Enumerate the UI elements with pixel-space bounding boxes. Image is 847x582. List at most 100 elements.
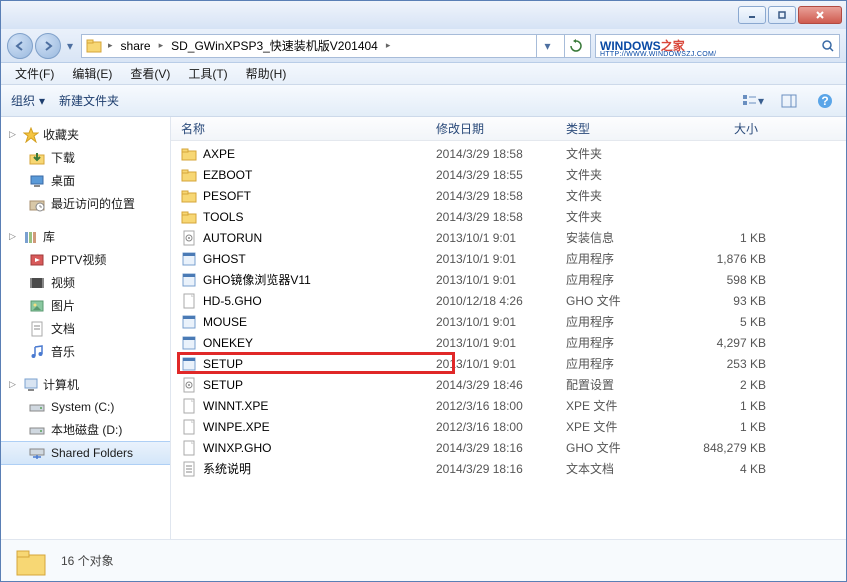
sidebar-item[interactable]: 文档 — [1, 317, 170, 340]
menu-help[interactable]: 帮助(H) — [238, 63, 295, 84]
column-header-type[interactable]: 类型 — [566, 120, 681, 137]
file-name: SETUP — [203, 357, 243, 371]
sidebar-item[interactable]: 桌面 — [1, 169, 170, 192]
address-bar[interactable]: ▸ share ▸ SD_GWinXPSP3_快速装机版V201404 ▸ ▾ — [81, 34, 591, 58]
documents-icon — [29, 321, 45, 337]
file-date: 2013/10/1 9:01 — [436, 315, 566, 329]
chevron-right-icon: ▸ — [108, 40, 113, 51]
sidebar-item[interactable]: PPTV视频 — [1, 248, 170, 271]
sidebar-group-label: 收藏夹 — [43, 126, 79, 143]
column-header-date[interactable]: 修改日期 — [436, 120, 566, 137]
file-date: 2014/3/29 18:58 — [436, 210, 566, 224]
sidebar-item[interactable]: 下载 — [1, 146, 170, 169]
file-row[interactable]: MOUSE 2013/10/1 9:01 应用程序 5 KB — [171, 311, 846, 332]
sidebar-item[interactable]: Shared Folders — [1, 441, 170, 465]
file-row[interactable]: GHOST 2013/10/1 9:01 应用程序 1,876 KB — [171, 248, 846, 269]
sidebar-item-label: 文档 — [51, 320, 75, 337]
file-date: 2013/10/1 9:01 — [436, 273, 566, 287]
file-row[interactable]: WINPE.XPE 2012/3/16 18:00 XPE 文件 1 KB — [171, 416, 846, 437]
breadcrumb-item[interactable]: share — [119, 39, 153, 53]
file-type: 文件夹 — [566, 145, 681, 162]
close-button[interactable] — [798, 6, 842, 24]
file-name: HD-5.GHO — [203, 294, 262, 308]
column-headers: 名称 修改日期 类型 大小 — [171, 117, 846, 141]
sidebar-group-header[interactable]: ▷ 库 — [1, 225, 170, 248]
file-type: 配置设置 — [566, 376, 681, 393]
file-size: 2 KB — [681, 378, 766, 392]
file-date: 2013/10/1 9:01 — [436, 252, 566, 266]
file-row[interactable]: WINNT.XPE 2012/3/16 18:00 XPE 文件 1 KB — [171, 395, 846, 416]
file-type: GHO 文件 — [566, 439, 681, 456]
sidebar-item[interactable]: 音乐 — [1, 340, 170, 363]
file-list[interactable]: AXPE 2014/3/29 18:58 文件夹 EZBOOT 2014/3/2… — [171, 141, 846, 539]
status-text: 16 个对象 — [61, 552, 114, 569]
sidebar-item-label: 音乐 — [51, 343, 75, 360]
file-row[interactable]: SETUP 2014/3/29 18:46 配置设置 2 KB — [171, 374, 846, 395]
new-folder-button[interactable]: 新建文件夹 — [59, 92, 119, 109]
sidebar-item-label: PPTV视频 — [51, 251, 106, 268]
sidebar-item-label: Shared Folders — [51, 446, 133, 460]
sidebar-item[interactable]: 视频 — [1, 271, 170, 294]
file-type: XPE 文件 — [566, 418, 681, 435]
sidebar-group-header[interactable]: ▷ 收藏夹 — [1, 123, 170, 146]
menu-tools[interactable]: 工具(T) — [180, 63, 235, 84]
file-row[interactable]: HD-5.GHO 2010/12/18 4:26 GHO 文件 93 KB — [171, 290, 846, 311]
file-name: MOUSE — [203, 315, 247, 329]
organize-button[interactable]: 组织 ▾ — [11, 92, 45, 109]
sidebar-item[interactable]: 图片 — [1, 294, 170, 317]
column-header-name[interactable]: 名称 — [181, 120, 436, 137]
file-row[interactable]: TOOLS 2014/3/29 18:58 文件夹 — [171, 206, 846, 227]
menu-edit[interactable]: 编辑(E) — [64, 63, 120, 84]
chevron-right-icon: ▸ — [159, 40, 164, 51]
view-options-button[interactable]: ▾ — [742, 91, 764, 111]
svg-text:?: ? — [821, 94, 828, 108]
address-dropdown[interactable]: ▾ — [536, 34, 558, 58]
back-button[interactable] — [7, 33, 33, 59]
menu-view[interactable]: 查看(V) — [122, 63, 178, 84]
maximize-button[interactable] — [768, 6, 796, 24]
sidebar-item-label: 最近访问的位置 — [51, 195, 135, 212]
disclosure-triangle-icon: ▷ — [9, 379, 19, 390]
file-date: 2013/10/1 9:01 — [436, 231, 566, 245]
column-header-size[interactable]: 大小 — [681, 120, 766, 137]
file-row[interactable]: GHO镜像浏览器V11 2013/10/1 9:01 应用程序 598 KB — [171, 269, 846, 290]
navigation-pane: ▷ 收藏夹 下载 桌面 最近访问的位置 ▷ 库 PPTV视频 视频 图片 文档 … — [1, 117, 171, 539]
file-icon — [181, 293, 197, 309]
file-date: 2012/3/16 18:00 — [436, 399, 566, 413]
sidebar-item-label: 视频 — [51, 274, 75, 291]
sidebar-item[interactable]: System (C:) — [1, 396, 170, 418]
netdrive-icon — [29, 445, 45, 461]
sidebar-group-header[interactable]: ▷ 计算机 — [1, 373, 170, 396]
search-input[interactable]: WINDOWS之家 HTTP://WWW.WINDOWSZJ.COM/ 快速装机… — [595, 34, 840, 58]
file-row[interactable]: WINXP.GHO 2014/3/29 18:16 GHO 文件 848,279… — [171, 437, 846, 458]
preview-pane-button[interactable] — [778, 91, 800, 111]
star-icon — [23, 127, 39, 143]
file-size: 598 KB — [681, 273, 766, 287]
sidebar-item[interactable]: 最近访问的位置 — [1, 192, 170, 215]
sidebar-item[interactable]: 本地磁盘 (D:) — [1, 418, 170, 441]
file-row[interactable]: AUTORUN 2013/10/1 9:01 安装信息 1 KB — [171, 227, 846, 248]
file-size: 4,297 KB — [681, 336, 766, 350]
menu-file[interactable]: 文件(F) — [7, 63, 62, 84]
file-name: AUTORUN — [203, 231, 262, 245]
refresh-button[interactable] — [564, 34, 586, 58]
file-row[interactable]: ONEKEY 2013/10/1 9:01 应用程序 4,297 KB — [171, 332, 846, 353]
file-size: 4 KB — [681, 462, 766, 476]
sidebar-group-label: 计算机 — [43, 376, 79, 393]
exe-icon — [181, 251, 197, 267]
file-date: 2014/3/29 18:58 — [436, 147, 566, 161]
file-row[interactable]: PESOFT 2014/3/29 18:58 文件夹 — [171, 185, 846, 206]
forward-button[interactable] — [35, 33, 61, 59]
command-bar: 组织 ▾ 新建文件夹 ▾ ? — [1, 85, 846, 117]
minimize-button[interactable] — [738, 6, 766, 24]
nav-history-dropdown[interactable]: ▾ — [63, 36, 77, 56]
drive-icon — [29, 422, 45, 438]
file-row[interactable]: 系统说明 2014/3/29 18:16 文本文档 4 KB — [171, 458, 846, 479]
file-type: 安装信息 — [566, 229, 681, 246]
file-row[interactable]: EZBOOT 2014/3/29 18:55 文件夹 — [171, 164, 846, 185]
file-row[interactable]: SETUP 2013/10/1 9:01 应用程序 253 KB — [171, 353, 846, 374]
file-name: EZBOOT — [203, 168, 252, 182]
help-button[interactable]: ? — [814, 91, 836, 111]
file-row[interactable]: AXPE 2014/3/29 18:58 文件夹 — [171, 143, 846, 164]
breadcrumb-item[interactable]: SD_GWinXPSP3_快速装机版V201404 — [169, 37, 380, 54]
